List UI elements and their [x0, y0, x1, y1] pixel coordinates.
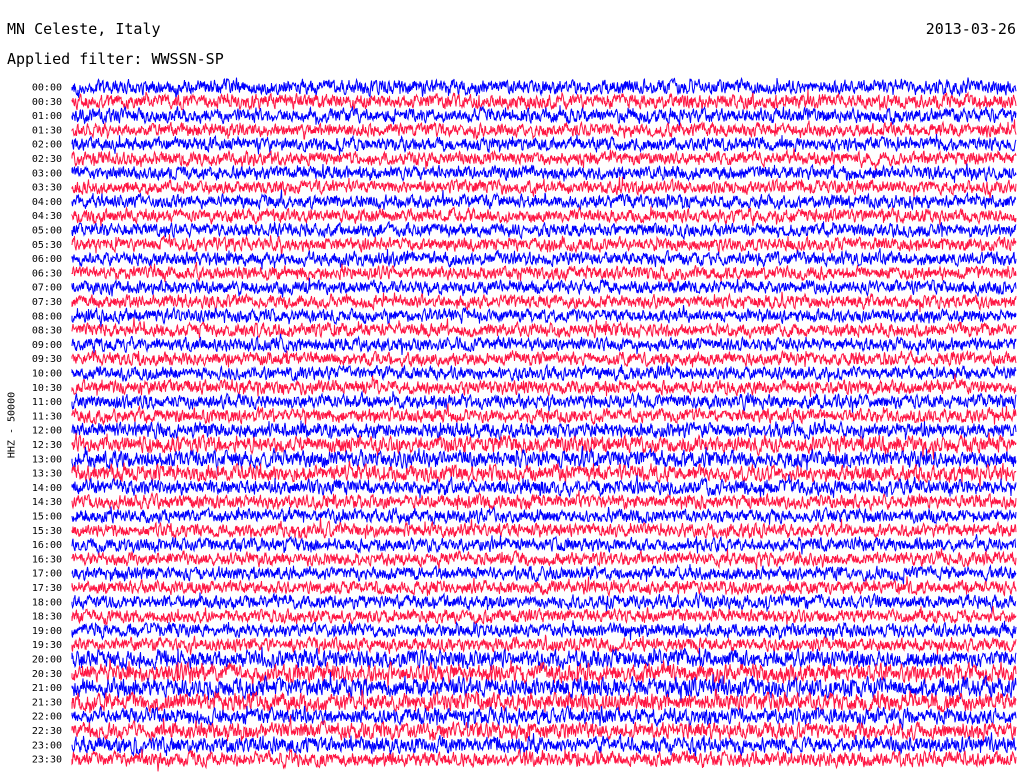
time-tick-label: 16:30 — [32, 554, 62, 565]
time-tick-label: 05:30 — [32, 240, 62, 251]
trace-group — [71, 76, 1017, 772]
time-tick-label: 23:00 — [32, 740, 62, 751]
time-tick-label: 10:00 — [32, 369, 62, 380]
time-tick-label: 10:30 — [32, 383, 62, 394]
time-tick-label: 06:30 — [32, 268, 62, 279]
time-tick-label: 08:00 — [32, 311, 62, 322]
trace-line-0500 — [71, 220, 1017, 241]
time-tick-label: 00:30 — [32, 97, 62, 108]
trace-line-0700 — [71, 277, 1017, 298]
time-tick-label: 01:00 — [32, 111, 62, 122]
time-tick-label: 20:30 — [32, 669, 62, 680]
time-tick-label: 07:00 — [32, 283, 62, 294]
trace-line-0600 — [71, 248, 1017, 270]
time-tick-label: 13:30 — [32, 469, 62, 480]
trace-line-1330 — [71, 460, 1017, 487]
time-tick-label: 02:30 — [32, 154, 62, 165]
trace-line-1500 — [71, 506, 1017, 526]
time-tick-label: 12:30 — [32, 440, 62, 451]
helicorder-plot: 00:00 00:30 01:00 01:30 02:00 02:30 03:00 03:30… — [32, 76, 1017, 772]
time-tick-label: 04:30 — [32, 211, 62, 222]
trace-line-0230 — [71, 148, 1017, 171]
time-tick-label: 15:30 — [32, 526, 62, 537]
time-tick-label: 14:30 — [32, 497, 62, 508]
time-tick-label: 15:00 — [32, 512, 62, 523]
trace-line-0800 — [71, 305, 1017, 327]
time-tick-label: 03:00 — [32, 168, 62, 179]
time-tick-label: 11:00 — [32, 397, 62, 408]
trace-line-0530 — [71, 234, 1017, 256]
time-tick-label: 22:30 — [32, 726, 62, 737]
time-tick-label: 06:00 — [32, 254, 62, 265]
time-tick-label: 20:00 — [32, 655, 62, 666]
time-tick-label: 02:00 — [32, 140, 62, 151]
time-tick-label: 03:30 — [32, 183, 62, 194]
time-tick-label: 17:00 — [32, 569, 62, 580]
time-tick-label: 04:00 — [32, 197, 62, 208]
time-tick-label: 07:30 — [32, 297, 62, 308]
time-tick-labels: 00:00 00:30 01:00 01:30 02:00 02:30 03:00 03:30… — [32, 83, 62, 766]
time-tick-label: 19:00 — [32, 626, 62, 637]
time-tick-label: 08:30 — [32, 326, 62, 337]
time-tick-label: 18:00 — [32, 597, 62, 608]
trace-line-0030 — [71, 89, 1017, 112]
trace-line-0400 — [71, 189, 1017, 211]
trace-line-0630 — [71, 261, 1017, 285]
trace-line-1800 — [71, 591, 1017, 615]
trace-line-1730 — [71, 576, 1017, 598]
trace-line-0100 — [71, 105, 1017, 128]
trace-line-1900 — [71, 620, 1017, 641]
time-tick-label: 21:00 — [32, 683, 62, 694]
time-tick-label: 21:30 — [32, 697, 62, 708]
time-tick-label: 16:00 — [32, 540, 62, 551]
trace-line-1830 — [71, 605, 1017, 626]
trace-line-1600 — [71, 534, 1016, 556]
trace-line-1000 — [71, 362, 1017, 383]
trace-line-0830 — [71, 317, 1017, 340]
trace-line-2330 — [71, 748, 1017, 772]
trace-line-0000 — [71, 76, 1017, 100]
time-tick-label: 09:30 — [32, 354, 62, 365]
trace-line-1630 — [71, 548, 1017, 572]
time-tick-label: 19:30 — [32, 640, 62, 651]
time-tick-label: 14:00 — [32, 483, 62, 494]
time-tick-label: 00:00 — [32, 83, 62, 94]
time-tick-label: 11:30 — [32, 411, 62, 422]
trace-line-0730 — [71, 291, 1017, 313]
trace-line-0330 — [71, 176, 1017, 200]
time-tick-label: 17:30 — [32, 583, 62, 594]
time-tick-label: 01:30 — [32, 125, 62, 136]
trace-line-1200 — [71, 419, 1017, 441]
channel-label: HHZ - 50000 — [6, 391, 18, 459]
time-tick-label: 22:00 — [32, 712, 62, 723]
time-tick-label: 23:30 — [32, 755, 62, 766]
trace-line-0900 — [71, 333, 1017, 356]
trace-line-0200 — [71, 133, 1017, 156]
trace-line-0130 — [71, 119, 1017, 140]
time-tick-label: 12:00 — [32, 426, 62, 437]
trace-line-1930 — [71, 634, 1017, 656]
trace-line-0930 — [71, 349, 1017, 368]
time-tick-label: 09:00 — [32, 340, 62, 351]
time-tick-label: 05:00 — [32, 226, 62, 237]
time-tick-label: 18:30 — [32, 612, 62, 623]
trace-line-2200 — [71, 705, 1017, 731]
time-tick-label: 13:00 — [32, 454, 62, 465]
